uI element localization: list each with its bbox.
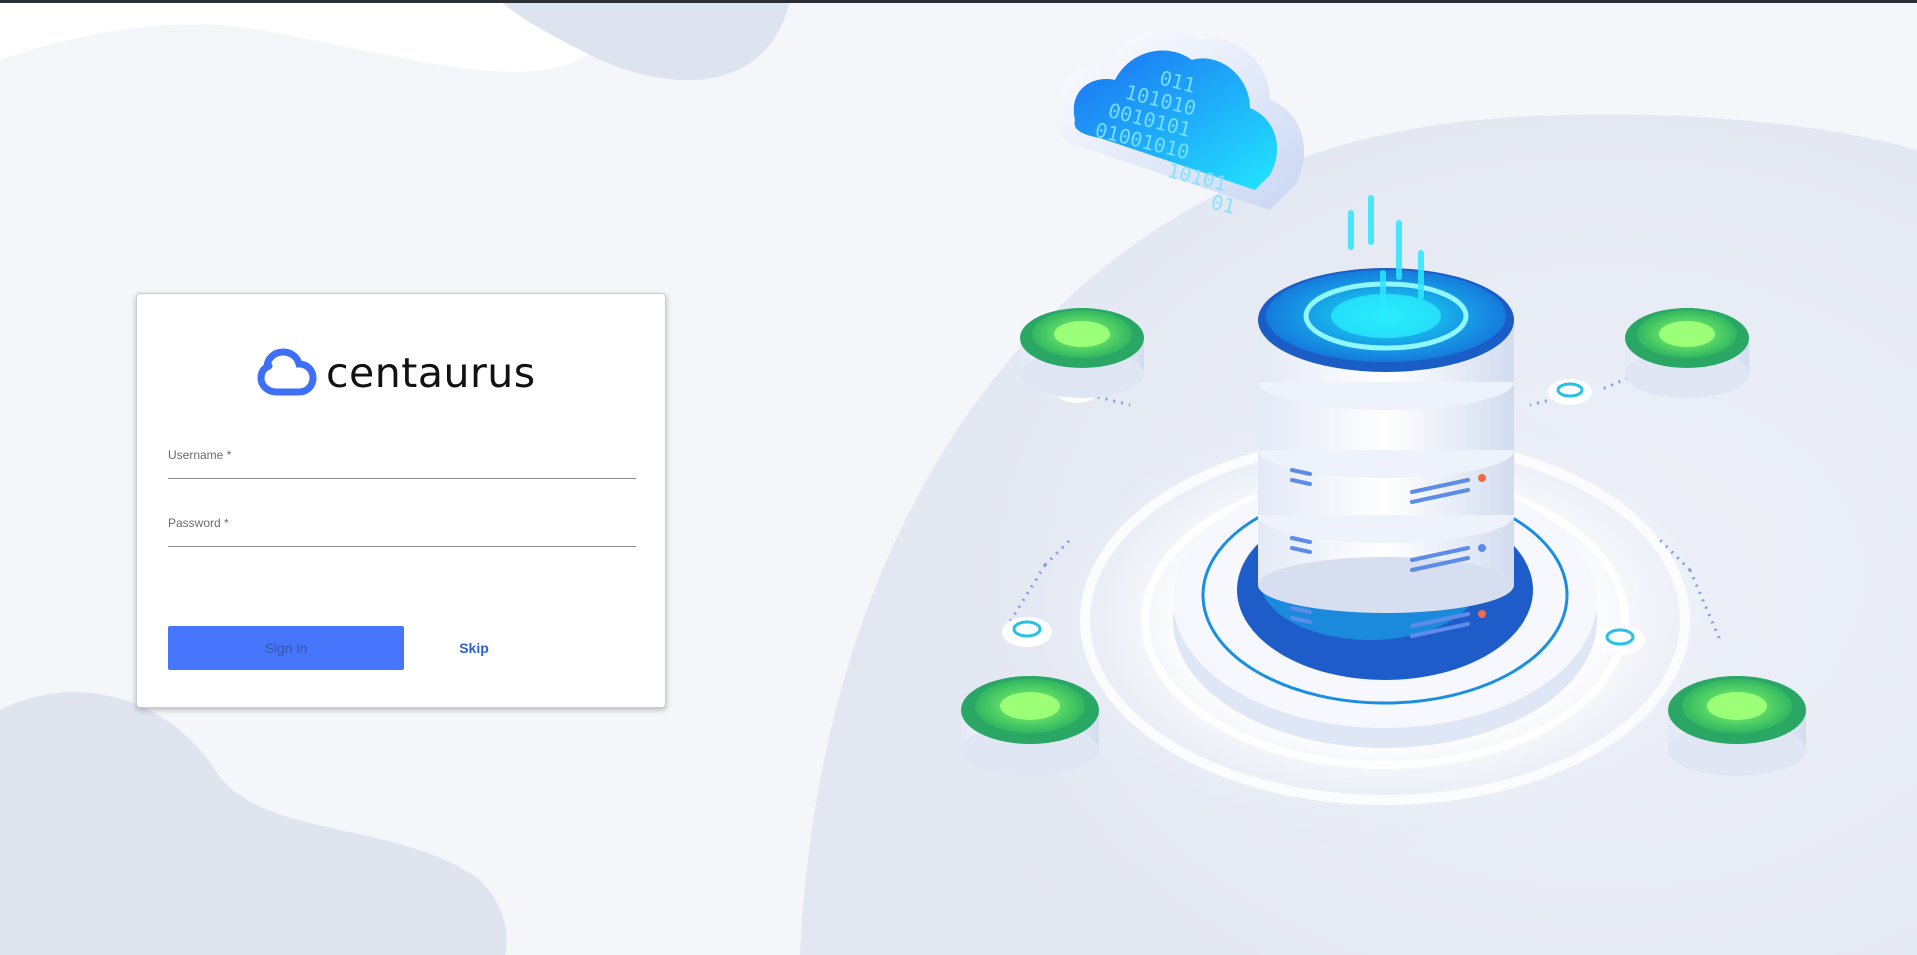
username-field[interactable]: Username * (168, 448, 636, 479)
green-server-node (1668, 676, 1806, 776)
sign-in-button[interactable]: Sign in (168, 626, 404, 670)
skip-link[interactable]: Skip (434, 626, 514, 670)
green-server-node (1020, 308, 1144, 398)
green-server-node (961, 676, 1099, 776)
server-cloud-illustration: 011 101010 0010101 01001010 10101 01 (961, 29, 1806, 850)
password-input[interactable] (168, 528, 636, 546)
green-server-node (1625, 308, 1749, 398)
login-card: centaurus Username * Password * Sign in … (136, 293, 666, 708)
server-stack (1258, 268, 1514, 638)
binary-row: 01 (1209, 190, 1238, 219)
brand-logo: centaurus (255, 348, 536, 398)
window-top-bar (0, 0, 1917, 3)
brand-name: centaurus (326, 348, 536, 397)
cloud-outline-icon (257, 348, 317, 396)
data-cloud: 011 101010 0010101 01001010 10101 01 (1058, 29, 1305, 219)
password-field[interactable]: Password * (168, 516, 636, 547)
username-input[interactable] (168, 460, 636, 478)
